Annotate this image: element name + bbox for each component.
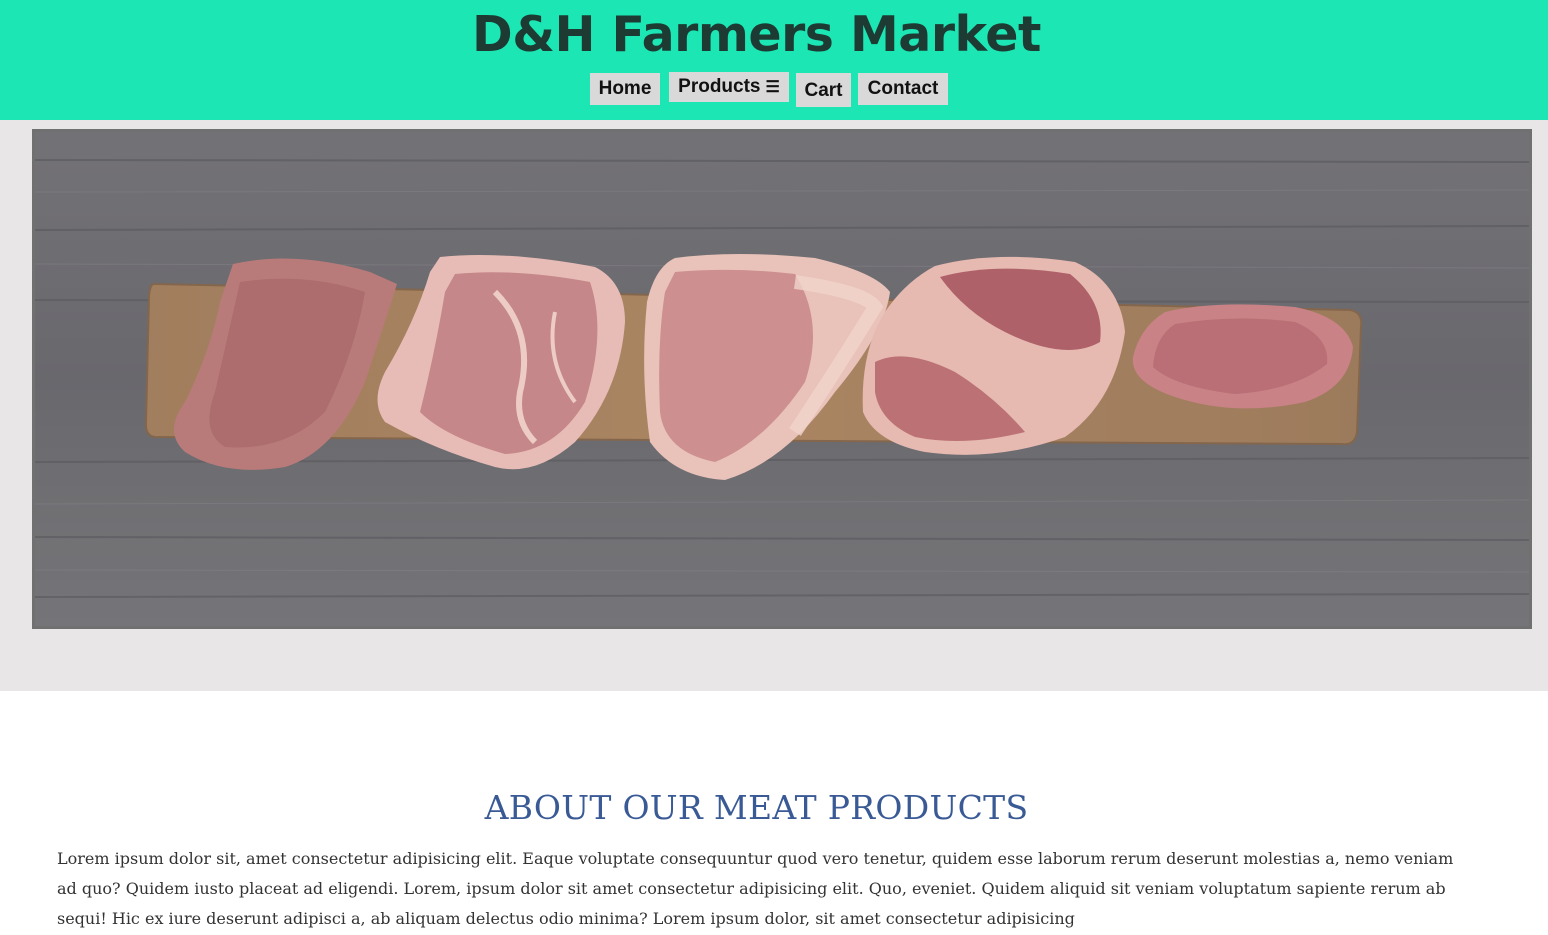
nav-home-button[interactable]: Home xyxy=(590,73,660,105)
hero-image xyxy=(32,129,1532,629)
site-header: D&H Farmers Market Home Products ☰ Cart C… xyxy=(0,0,1548,120)
nav-cart-button[interactable]: Cart xyxy=(796,73,851,107)
nav-home-label: Home xyxy=(598,78,652,99)
nav-contact-button[interactable]: Contact xyxy=(858,73,948,105)
nav-products-label: Products xyxy=(678,76,761,97)
nav-cart-label: Cart xyxy=(804,80,843,101)
about-text: Lorem ipsum dolor sit, amet consectetur … xyxy=(57,849,1454,928)
main-nav: Home Products ☰ Cart Contact xyxy=(0,72,1548,108)
hero-section xyxy=(0,120,1548,691)
nav-contact-label: Contact xyxy=(867,78,939,99)
nav-products-button[interactable]: Products ☰ xyxy=(669,72,789,102)
about-title: ABOUT OUR MEAT PRODUCTS xyxy=(484,788,1029,827)
menu-icon: ☰ xyxy=(765,79,780,96)
site-title: D&H Farmers Market xyxy=(472,6,1041,63)
